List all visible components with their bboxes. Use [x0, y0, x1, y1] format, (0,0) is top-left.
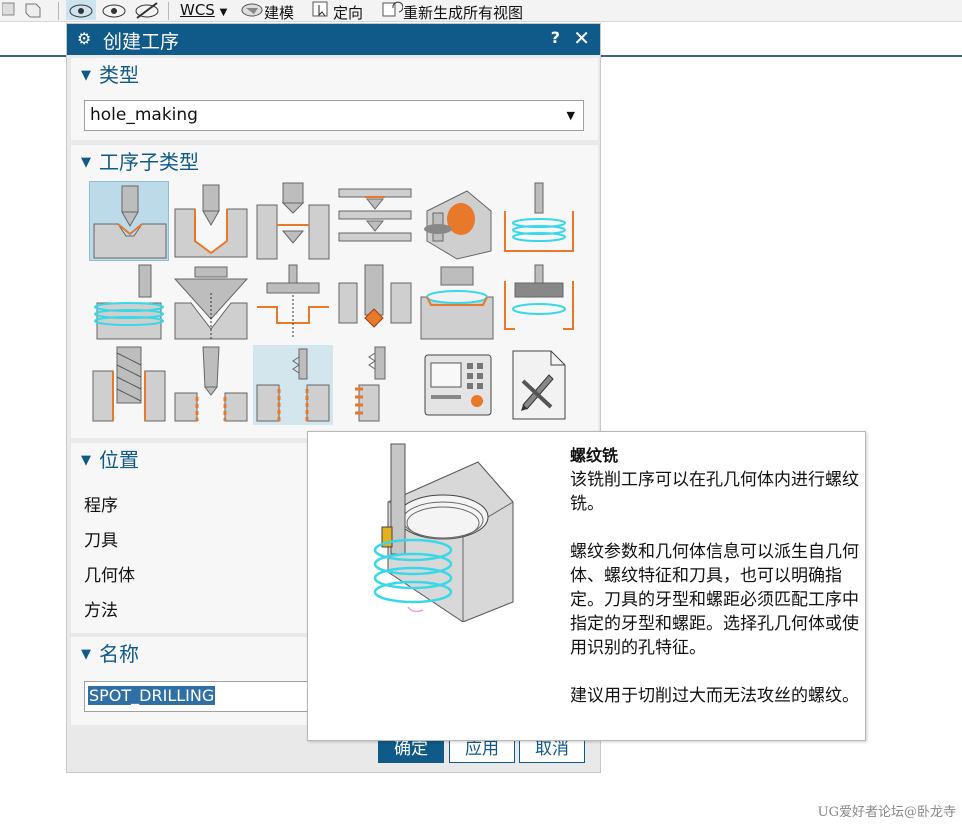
multi-level-drilling-icon[interactable]: [335, 181, 415, 261]
back-counter-sinking-icon[interactable]: [335, 263, 415, 343]
hide-eye-icon[interactable]: [100, 0, 128, 22]
spot-drilling-icon[interactable]: [89, 181, 169, 261]
collapse-triangle-icon: ▼: [81, 647, 91, 662]
tooltip-body: 该铣削工序可以在孔几何体内进行螺纹铣。 螺纹参数和几何体信息可以派生自几何体、螺…: [570, 468, 862, 732]
dialog-title: 创建工序: [103, 31, 180, 53]
collapse-triangle-icon: ▼: [81, 453, 91, 468]
method-label: 方法: [84, 601, 118, 621]
tooltip-paragraph-3: 建议用于切削过大而无法攻丝的螺纹。: [570, 686, 859, 706]
top-toolbar: WCS ▼ 建模 定向 重新生成所有视图: [0, 0, 962, 22]
wcs-dropdown[interactable]: WCS ▼: [180, 0, 227, 22]
subtype-section-header[interactable]: ▼ 工序子类型: [81, 145, 199, 179]
tooltip-title: 螺纹铣: [570, 446, 619, 465]
position-section-label: 位置: [99, 448, 139, 472]
drilling-icon[interactable]: [171, 181, 251, 261]
helical-hole-milling-icon[interactable]: [89, 345, 169, 425]
name-section-label: 名称: [99, 642, 139, 666]
dialog-titlebar[interactable]: ⚙ 创建工序 ? ✕: [67, 24, 600, 55]
regenerate-icon: [381, 1, 404, 22]
model-label: 建模: [264, 4, 295, 22]
tooltip-paragraph-1: 该铣削工序可以在孔几何体内进行螺纹铣。: [570, 470, 859, 514]
orient-label: 定向: [333, 4, 364, 22]
wcs-label: WCS: [180, 1, 215, 19]
boss-thread-icon[interactable]: [335, 345, 415, 425]
help-icon[interactable]: ?: [551, 28, 560, 47]
orient-button[interactable]: 定向: [311, 0, 363, 22]
dropdown-arrow-icon: ▼: [566, 109, 575, 122]
tapping-icon[interactable]: [171, 345, 251, 425]
chevron-down-icon: ▼: [219, 7, 228, 18]
countersinking-icon[interactable]: [171, 263, 251, 343]
thread-milling-helical-icon[interactable]: [499, 181, 579, 261]
close-icon[interactable]: ✕: [573, 26, 590, 50]
operation-name-value: SPOT_DRILLING: [88, 686, 216, 705]
subtype-section: ▼ 工序子类型: [71, 145, 598, 438]
hole-chamfer-milling-icon[interactable]: [417, 263, 497, 343]
boss-thread-milling-icon[interactable]: [89, 263, 169, 343]
type-dropdown[interactable]: hole_making ▼: [84, 100, 584, 131]
counterbore-drilling-icon[interactable]: [253, 181, 333, 261]
program-label: 程序: [84, 496, 118, 516]
regenerate-views-button[interactable]: 重新生成所有视图: [381, 0, 523, 22]
type-dropdown-value: hole_making: [90, 105, 198, 125]
show-eye-icon[interactable]: [66, 0, 96, 22]
sequential-operation-icon[interactable]: [417, 345, 497, 425]
type-section-label: 类型: [99, 63, 139, 87]
watermark: UG爱好者论坛@卧龙寺: [817, 805, 956, 820]
counterboring-icon[interactable]: [253, 263, 333, 343]
thread-milling-icon[interactable]: [253, 345, 333, 425]
thread-milling-illustration-icon: [373, 443, 514, 622]
box-view-icon[interactable]: [1, 0, 42, 22]
collapse-triangle-icon: ▼: [81, 155, 91, 170]
hole-milling-icon[interactable]: [417, 181, 497, 261]
collapse-triangle-icon: ▼: [81, 68, 91, 83]
type-section: ▼ 类型 hole_making ▼: [71, 58, 598, 140]
boss-milling-icon[interactable]: [499, 263, 579, 343]
invert-visibility-icon[interactable]: [132, 0, 162, 22]
name-section-header[interactable]: ▼ 名称: [81, 637, 139, 671]
tooltip-paragraph-2: 螺纹参数和几何体信息可以派生自几何体、螺纹特征和刀具，也可以明确指定。刀具的牙型…: [570, 542, 859, 658]
operation-tooltip: 螺纹铣 该铣削工序可以在孔几何体内进行螺纹铣。 螺纹参数和几何体信息可以派生自几…: [307, 431, 866, 741]
regenerate-label: 重新生成所有视图: [403, 4, 524, 22]
operation-name-input[interactable]: SPOT_DRILLING: [84, 681, 314, 712]
generic-operation-icon[interactable]: [499, 345, 579, 425]
gear-icon: ⚙: [77, 29, 92, 48]
subtype-section-label: 工序子类型: [99, 150, 199, 174]
orient-icon: [311, 1, 333, 22]
position-section-header[interactable]: ▼ 位置: [81, 443, 139, 477]
geometry-label: 几何体: [84, 566, 135, 586]
model-icon: [240, 3, 264, 22]
model-button[interactable]: 建模: [240, 0, 294, 22]
tool-label: 刀具: [84, 531, 118, 551]
type-section-header[interactable]: ▼ 类型: [81, 58, 139, 92]
